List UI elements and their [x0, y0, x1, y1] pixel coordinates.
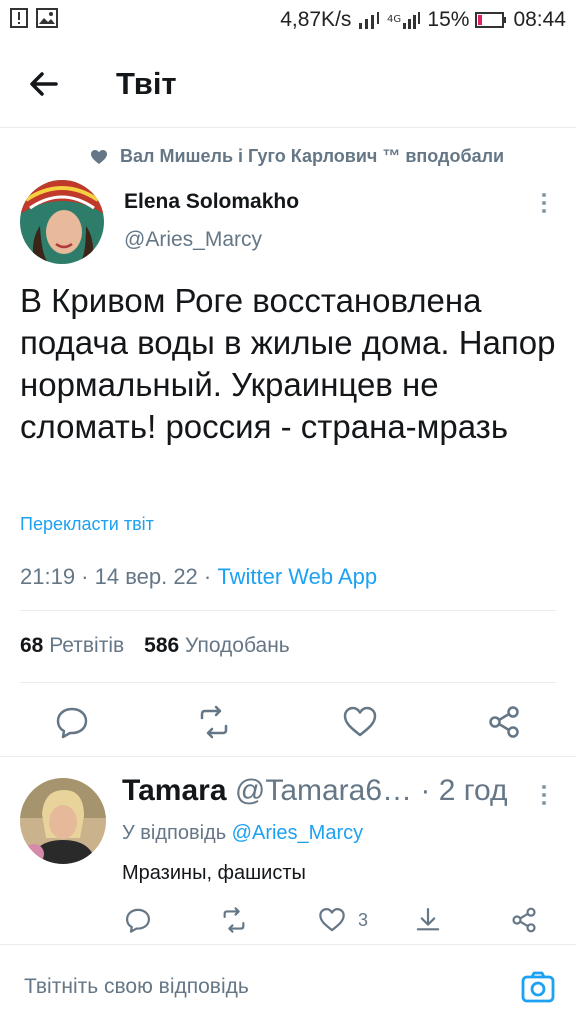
tweet-metadata: 21:19 · 14 вер. 22 · Twitter Web App: [20, 564, 377, 590]
tweet-text: В Кривом Роге восстановлена подача воды …: [20, 282, 556, 445]
author-handle[interactable]: @Aries_Marcy: [124, 228, 262, 252]
likes-stat[interactable]: 586 Уподобань: [144, 634, 290, 658]
svg-text:4G: 4G: [387, 14, 401, 25]
avatar-image: [20, 180, 104, 264]
like-icon[interactable]: [342, 704, 378, 740]
signal-icon: [359, 12, 380, 29]
reply-composer[interactable]: Твітніть свою відповідь: [0, 944, 576, 1024]
reply-author-handle[interactable]: @Tamara6…: [235, 774, 412, 807]
share-icon[interactable]: [486, 704, 522, 740]
reply-header: Tamara @Tamara6… · 2 год: [122, 774, 508, 808]
tweet-timestamp: 21:19 · 14 вер. 22 ·: [20, 564, 218, 589]
reply-author-name[interactable]: Tamara: [122, 774, 227, 807]
reply-author-avatar[interactable]: [20, 778, 106, 864]
more-options-icon[interactable]: [534, 190, 554, 216]
page-title: Твіт: [116, 66, 177, 101]
reply-more-options-icon[interactable]: [534, 782, 554, 808]
retweet-icon[interactable]: [196, 704, 232, 740]
top-app-bar: Твіт: [0, 40, 576, 128]
reply-share-download-icon[interactable]: [414, 906, 442, 934]
likes-label: Уподобань: [185, 634, 290, 657]
image-notification-icon: [36, 8, 58, 28]
social-context-text: Вал Мишель і Гуго Карлович ™ вподобали: [120, 146, 505, 166]
author-name[interactable]: Elena Solomakho: [124, 190, 299, 214]
replying-to: У відповідь @Aries_Marcy: [122, 822, 363, 845]
battery-icon: [475, 12, 507, 28]
alert-notification-icon: [10, 8, 28, 28]
retweets-stat[interactable]: 68 Ретвітів: [20, 634, 124, 658]
replying-to-prefix: У відповідь: [122, 822, 232, 844]
reply-share-icon[interactable]: [510, 906, 538, 934]
replying-to-handle[interactable]: @Aries_Marcy: [232, 822, 363, 844]
4g-signal-icon: 4G: [387, 12, 421, 29]
reply-like-icon[interactable]: [318, 906, 346, 934]
battery-percent: 15%: [427, 8, 470, 31]
author-avatar[interactable]: [20, 180, 104, 264]
reply-text: Мразины, фашисты: [122, 862, 306, 884]
tweet-stats: 68 Ретвітів 586 Уподобань: [20, 634, 290, 658]
reply-reply-icon[interactable]: [124, 906, 152, 934]
divider: [20, 682, 556, 683]
reply-input-placeholder[interactable]: Твітніть свою відповідь: [24, 975, 249, 999]
clock: 08:44: [513, 8, 566, 31]
retweets-label: Ретвітів: [49, 634, 125, 657]
reply-like-count: 3: [358, 910, 369, 930]
reply-icon[interactable]: [54, 704, 90, 740]
back-arrow-icon[interactable]: [22, 62, 66, 106]
network-speed: 4,87K/s: [280, 8, 352, 31]
status-bar: 4,87K/s 4G 15% 08:44: [0, 0, 576, 40]
reply-time: · 2 год: [420, 774, 508, 807]
likes-count: 586: [144, 634, 180, 657]
reply-retweet-icon[interactable]: [220, 906, 248, 934]
heart-filled-icon: [91, 149, 107, 164]
divider: [20, 610, 556, 611]
reply-avatar-image: [20, 778, 106, 864]
social-context[interactable]: Вал Мишель і Гуго Карлович ™ вподобали: [90, 146, 504, 167]
translate-tweet-link[interactable]: Перекласти твіт: [20, 514, 154, 535]
tweet-source-link[interactable]: Twitter Web App: [217, 564, 377, 589]
divider: [0, 756, 576, 757]
camera-icon[interactable]: [520, 969, 556, 1005]
retweets-count: 68: [20, 634, 44, 657]
